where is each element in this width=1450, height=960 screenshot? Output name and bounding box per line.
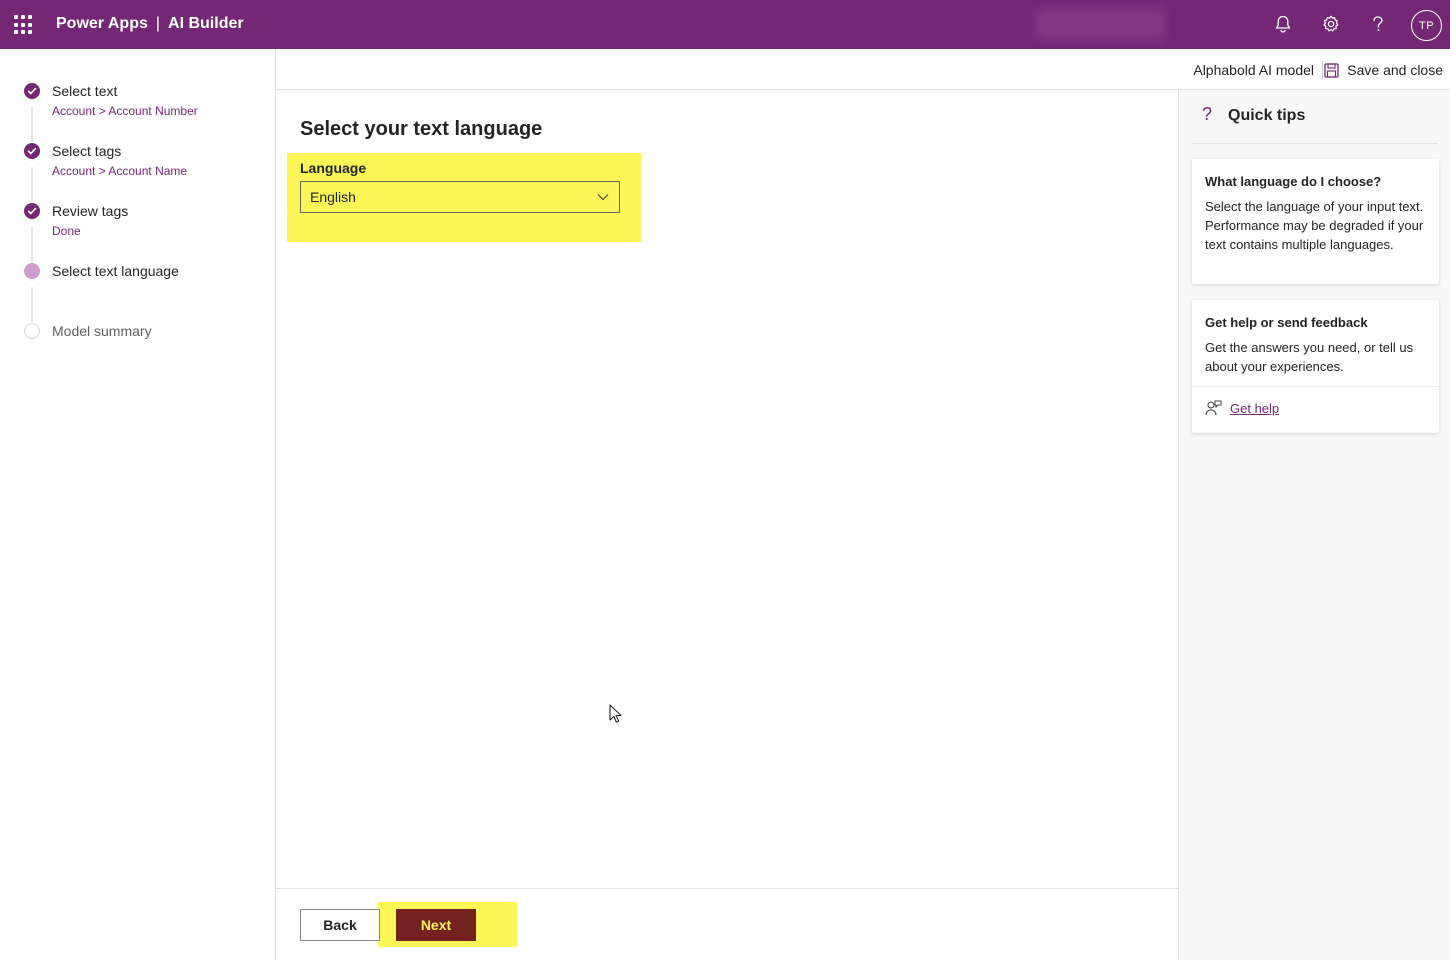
command-divider <box>1322 61 1323 79</box>
command-bar: Alphabold AI model Save and close <box>276 49 1450 90</box>
help-icon[interactable] <box>1366 12 1390 36</box>
wizard-stepper: Select text Account > Account Number Sel… <box>0 49 276 960</box>
step-connector <box>31 167 33 202</box>
language-dropdown[interactable]: English <box>300 181 620 213</box>
step-sublabel: Account > Account Number <box>52 104 198 118</box>
tip-card-help: Get help or send feedback Get the answer… <box>1192 300 1439 433</box>
get-help-label: Get help <box>1230 400 1280 416</box>
title-separator: | <box>155 15 161 32</box>
step-complete-icon <box>24 143 40 159</box>
step-sublabel: Account > Account Name <box>52 164 188 178</box>
tip-body: Select the language of your input text. … <box>1205 199 1424 252</box>
back-button[interactable]: Back <box>300 909 380 941</box>
save-and-close-button[interactable]: Save and close <box>1324 59 1443 81</box>
step-label: Select text language <box>52 263 179 279</box>
gear-icon[interactable] <box>1319 12 1343 36</box>
step-connector <box>31 227 33 262</box>
page-title: Select your text language <box>300 118 543 140</box>
save-icon <box>1324 62 1339 78</box>
model-name: Alphabold AI model <box>1193 62 1314 78</box>
quick-tips-title: Quick tips <box>1228 107 1306 124</box>
mouse-cursor-icon <box>609 704 623 729</box>
step-complete-icon <box>24 203 40 219</box>
tip-card-language: What language do I choose? Select the la… <box>1192 159 1439 284</box>
step-label: Model summary <box>52 323 152 339</box>
top-bar: Power Apps | AI Builder TP <box>0 0 1450 49</box>
step-label: Review tags <box>52 203 129 219</box>
footer-divider <box>276 888 1179 889</box>
product-name: AI Builder <box>168 15 244 32</box>
language-label: Language <box>300 160 367 176</box>
next-button[interactable]: Next <box>396 909 476 941</box>
tip-body: Get the answers you need, or tell us abo… <box>1205 340 1414 374</box>
feedback-person-icon <box>1205 400 1222 416</box>
app-launcher-icon[interactable] <box>14 15 34 35</box>
step-connector <box>31 107 33 142</box>
step-connector <box>31 287 33 322</box>
app-name: Power Apps <box>56 15 148 32</box>
card-divider <box>1192 386 1439 387</box>
step-pending-icon <box>24 323 40 339</box>
quick-tips-header: ? Quick tips <box>1192 102 1438 144</box>
user-avatar[interactable]: TP <box>1411 10 1442 41</box>
quick-tips-panel: ? Quick tips What language do I choose? … <box>1180 90 1450 960</box>
tip-heading: What language do I choose? <box>1205 174 1382 189</box>
main-content: Select your text language Language Engli… <box>276 90 1179 960</box>
step-current-icon <box>24 263 40 279</box>
bell-icon[interactable] <box>1271 12 1295 36</box>
app-title[interactable]: Power Apps | AI Builder <box>56 15 244 33</box>
step-sublabel: Done <box>52 224 81 238</box>
language-value: English <box>310 189 356 205</box>
step-complete-icon <box>24 83 40 99</box>
blurred-environment-info <box>1036 8 1166 40</box>
tip-heading: Get help or send feedback <box>1205 315 1368 330</box>
save-and-close-label: Save and close <box>1347 62 1443 78</box>
chevron-down-icon <box>596 190 610 207</box>
step-label: Select text <box>52 83 118 99</box>
get-help-link[interactable]: Get help <box>1205 400 1279 416</box>
question-icon: ? <box>1202 104 1213 124</box>
step-label: Select tags <box>52 143 122 159</box>
